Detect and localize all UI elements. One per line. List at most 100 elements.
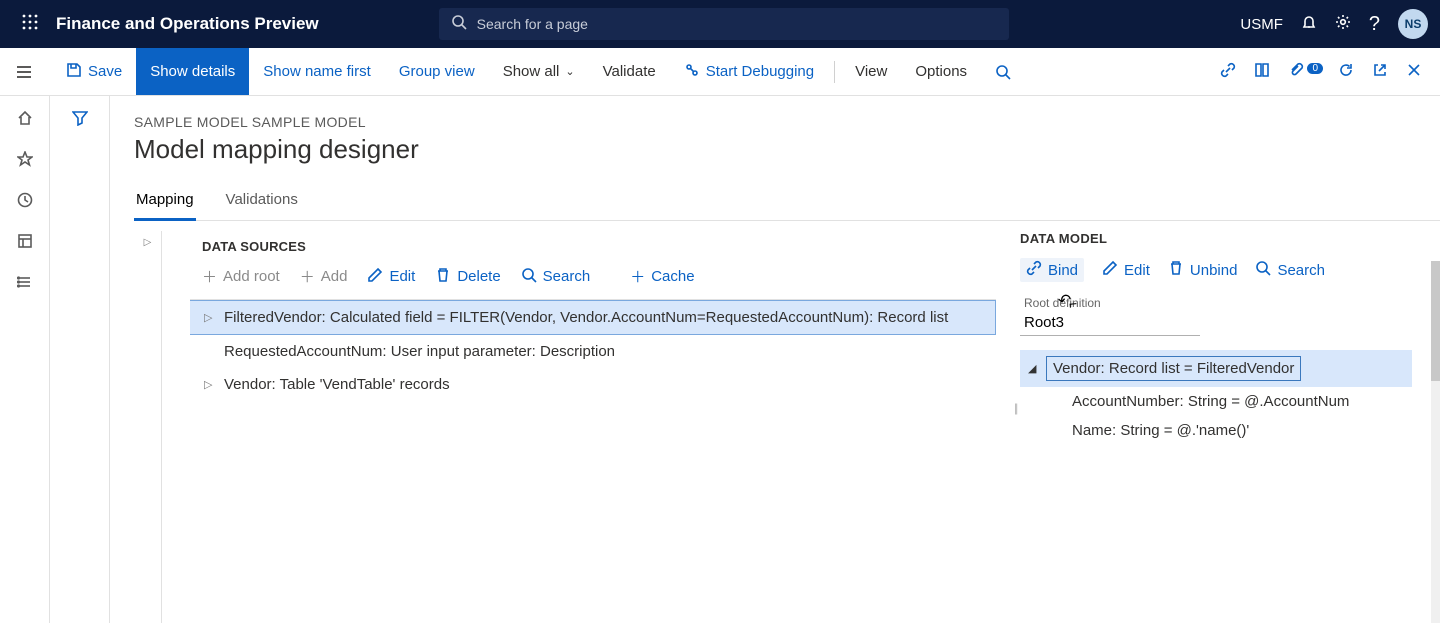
view-menu[interactable]: View <box>841 48 901 95</box>
cache-label: Cache <box>651 268 694 285</box>
separator <box>834 61 835 83</box>
start-debugging-label: Start Debugging <box>706 63 814 80</box>
dm-search-button[interactable]: Search <box>1255 260 1325 280</box>
expand-types-handle[interactable]: ▷ <box>134 231 162 623</box>
add-button[interactable]: ＋ Add <box>300 266 348 287</box>
dm-tree-node[interactable]: Name: String = @.'name()' <box>1064 416 1412 445</box>
dm-search-label: Search <box>1277 262 1325 279</box>
book-icon[interactable] <box>1250 58 1274 86</box>
home-icon[interactable] <box>17 110 33 129</box>
show-all-dropdown[interactable]: Show all ⌄ <box>489 48 589 95</box>
debug-icon <box>684 62 700 82</box>
find-button[interactable] <box>981 48 1025 95</box>
tree-node[interactable]: ▷ FilteredVendor: Calculated field = FIL… <box>190 300 996 335</box>
data-model-title: DATA MODEL <box>1020 231 1412 246</box>
delete-label: Delete <box>457 268 500 285</box>
bind-label: Bind <box>1048 262 1078 279</box>
tree-node-label: Vendor: Table 'VendTable' records <box>224 376 450 393</box>
add-root-button[interactable]: ＋ Add root <box>202 266 280 287</box>
add-label: Add <box>321 268 348 285</box>
dm-tree-node[interactable]: AccountNumber: String = @.AccountNum <box>1064 387 1412 416</box>
plus-icon: ＋ <box>202 266 217 287</box>
show-details-button[interactable]: Show details <box>136 48 249 95</box>
star-icon[interactable] <box>17 151 33 170</box>
unbind-label: Unbind <box>1190 262 1238 279</box>
root-definition-input[interactable] <box>1020 310 1200 336</box>
search-icon <box>521 267 537 287</box>
hamburger-button[interactable] <box>0 48 52 95</box>
dm-tree-node-label: AccountNumber: String = @.AccountNum <box>1072 393 1349 410</box>
search-placeholder: Search for a page <box>477 16 588 32</box>
refresh-icon[interactable] <box>1334 58 1358 86</box>
tree-node[interactable]: ▷ Vendor: Table 'VendTable' records <box>190 368 996 401</box>
add-root-label: Add root <box>223 268 280 285</box>
close-icon[interactable] <box>1402 58 1426 86</box>
trash-icon <box>1168 260 1184 280</box>
tree-node-label: FilteredVendor: Calculated field = FILTE… <box>224 309 948 326</box>
splitter-handle[interactable]: || <box>1014 401 1016 415</box>
tab-validations[interactable]: Validations <box>224 183 300 220</box>
breadcrumb: SAMPLE MODEL SAMPLE MODEL <box>134 114 1440 130</box>
dm-tree-node-label: Name: String = @.'name()' <box>1072 422 1249 439</box>
recent-icon[interactable] <box>17 192 33 211</box>
popout-icon[interactable] <box>1368 58 1392 86</box>
trash-icon <box>435 267 451 287</box>
data-sources-title: DATA SOURCES <box>202 239 996 254</box>
root-definition-label: Root definition <box>1024 296 1412 310</box>
pencil-icon <box>1102 260 1118 280</box>
plus-icon: ＋ <box>300 266 315 287</box>
search-label: Search <box>543 268 591 285</box>
start-debugging-button[interactable]: Start Debugging <box>670 48 828 95</box>
group-view-button[interactable]: Group view <box>385 48 489 95</box>
gear-icon[interactable] <box>1335 14 1351 35</box>
validate-button[interactable]: Validate <box>589 48 670 95</box>
page-title: Model mapping designer <box>134 134 1440 165</box>
edit-button[interactable]: Edit <box>367 267 415 287</box>
options-menu[interactable]: Options <box>901 48 981 95</box>
edit-label: Edit <box>389 268 415 285</box>
link-icon <box>1026 260 1042 280</box>
modules-icon[interactable] <box>17 274 33 293</box>
scrollbar-thumb[interactable] <box>1431 261 1440 381</box>
plus-icon: ＋ <box>630 266 645 287</box>
dm-edit-button[interactable]: Edit <box>1102 260 1150 280</box>
search-icon <box>451 14 467 34</box>
app-title: Finance and Operations Preview <box>56 14 319 34</box>
tree-node[interactable]: RequestedAccountNum: User input paramete… <box>190 335 996 368</box>
avatar[interactable]: NS <box>1398 9 1428 39</box>
unbind-button[interactable]: Unbind <box>1168 260 1238 280</box>
scrollbar[interactable] <box>1431 261 1440 623</box>
bell-icon[interactable] <box>1301 14 1317 35</box>
tree-node-label: RequestedAccountNum: User input paramete… <box>224 343 615 360</box>
tab-mapping[interactable]: Mapping <box>134 183 196 221</box>
filter-icon <box>72 110 88 623</box>
show-all-label: Show all <box>503 63 560 80</box>
global-search[interactable]: Search for a page <box>439 8 1009 40</box>
attachment-count: 0 <box>1307 63 1323 74</box>
link-icon[interactable] <box>1216 58 1240 86</box>
delete-button[interactable]: Delete <box>435 267 500 287</box>
chevron-down-icon[interactable]: ◢ <box>1028 362 1038 375</box>
app-launcher-icon[interactable] <box>12 14 48 35</box>
save-button[interactable]: Save <box>52 48 136 95</box>
cache-button[interactable]: ＋ Cache <box>630 266 694 287</box>
search-icon <box>1255 260 1271 280</box>
save-label: Save <box>88 63 122 80</box>
show-name-first-button[interactable]: Show name first <box>249 48 385 95</box>
attachments-icon[interactable]: 0 <box>1284 58 1324 86</box>
bind-button[interactable]: Bind ↶⌐ <box>1020 258 1084 282</box>
workspace-icon[interactable] <box>17 233 33 252</box>
save-icon <box>66 62 82 82</box>
dm-edit-label: Edit <box>1124 262 1150 279</box>
chevron-down-icon: ⌄ <box>565 65 574 78</box>
pencil-icon <box>367 267 383 287</box>
search-button[interactable]: Search <box>521 267 591 287</box>
dm-tree-node[interactable]: ◢ Vendor: Record list = FilteredVendor <box>1020 350 1412 387</box>
chevron-right-icon[interactable]: ▷ <box>204 311 214 324</box>
chevron-right-icon[interactable]: ▷ <box>204 378 214 391</box>
company-picker[interactable]: USMF <box>1240 16 1283 33</box>
help-icon[interactable]: ? <box>1369 13 1380 36</box>
dm-tree-node-label: Vendor: Record list = FilteredVendor <box>1046 356 1301 381</box>
nav-rail <box>0 96 50 623</box>
filter-pane-toggle[interactable] <box>50 96 110 623</box>
